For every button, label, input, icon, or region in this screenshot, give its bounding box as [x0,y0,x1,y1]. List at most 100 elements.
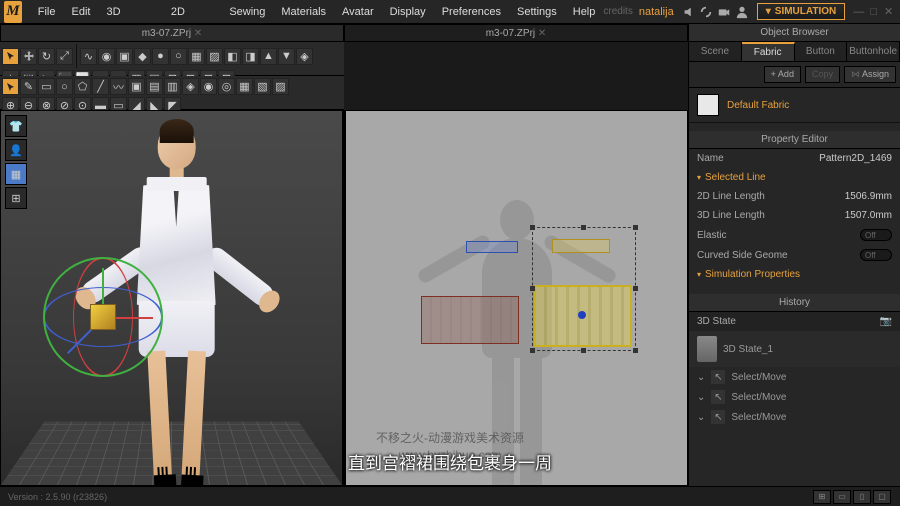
tab-scene[interactable]: Scene [689,42,742,61]
tool-btn2[interactable]: ○ [170,48,187,65]
workspace: m3-07.ZPrj ✕ m3-07.ZPrj ✕ ↻ ⤢ ∿ ◉ ▣ ◆ ● … [0,24,688,486]
menu-3d-garment[interactable]: 3D Garment [98,0,162,24]
section-selected-line[interactable]: Selected Line [689,168,900,187]
tab-fabric[interactable]: Fabric [742,42,795,61]
menu-edit[interactable]: Edit [64,0,99,24]
status-bar: Version : 2.5.90 (r23826) ⊞ ▭ ▯ ▢ [0,486,900,506]
tool2d-rect[interactable]: ▭ [38,78,55,95]
pivot-point[interactable] [578,311,586,319]
tool2d-b7[interactable]: ▦ [236,78,253,95]
vtool-grid-icon[interactable]: ⊞ [5,187,27,209]
tool2d-curve[interactable]: 〰 [110,78,127,95]
pattern-piece-collar-1[interactable] [466,241,518,253]
history-snapshot-icon[interactable]: 📷 [880,316,892,327]
gizmo-3d[interactable] [43,257,163,377]
object-browser-title: Object Browser [689,24,900,42]
window-close-icon[interactable]: ✕ [882,4,895,20]
history-item[interactable]: ⌄↖Select/Move [689,387,900,407]
menu-preferences[interactable]: Preferences [434,0,509,24]
tool2d-b8[interactable]: ▧ [254,78,271,95]
tool-move[interactable] [20,48,37,65]
tool-pin[interactable]: ◉ [98,48,115,65]
pattern-piece-skirt-1[interactable] [421,296,519,344]
menu-display[interactable]: Display [382,0,434,24]
layout-btn-1[interactable]: ⊞ [813,490,831,504]
history-item[interactable]: ⌄↖Select/Move [689,367,900,387]
user-name[interactable]: natalija [633,6,680,18]
window-minimize-icon[interactable]: — [852,4,865,20]
tool2d-b3[interactable]: ▥ [164,78,181,95]
menu-2d-pattern[interactable]: 2D Pattern [163,0,221,24]
tool-btn1[interactable]: ● [152,48,169,65]
tool2d-b2[interactable]: ▤ [146,78,163,95]
tool2d-line[interactable]: ╱ [92,78,109,95]
tool-select[interactable] [2,48,19,65]
tool-btn8[interactable]: ▼ [278,48,295,65]
prop-3d-length: 3D Line Length 1507.0mm [689,206,900,225]
tool-sew[interactable]: ∿ [80,48,97,65]
prop-name-value[interactable]: Pattern2D_1469 [819,153,892,164]
tool-fold[interactable]: ▣ [116,48,133,65]
tab-button[interactable]: Button [795,42,848,61]
tab-3d-doc[interactable]: m3-07.ZPrj ✕ [0,24,344,42]
add-button[interactable]: + Add [764,66,801,83]
tool-btn3[interactable]: ▦ [188,48,205,65]
menu-avatar[interactable]: Avatar [334,0,382,24]
menu-settings[interactable]: Settings [509,0,565,24]
object-browser-tabs: Scene Fabric Button Buttonhole [689,42,900,62]
tool2d-b6[interactable]: ◎ [218,78,235,95]
menu-help[interactable]: Help [565,0,604,24]
prop-2d-length: 2D Line Length 1506.9mm [689,187,900,206]
selection-marquee[interactable] [532,227,636,351]
camera-icon[interactable] [715,1,733,23]
tool2d-poly[interactable]: ⬠ [74,78,91,95]
vtool-texture-icon[interactable]: ▦ [5,163,27,185]
history-item[interactable]: ⌄↖Select/Move [689,407,900,427]
menu-file[interactable]: File [30,0,64,24]
vtool-shirt-icon[interactable]: 👕 [5,115,27,137]
assign-button[interactable]: ⋈ Assign [844,66,896,83]
layout-btn-2[interactable]: ▭ [833,490,851,504]
window-maximize-icon[interactable]: □ [867,4,880,20]
tab-2d-doc[interactable]: m3-07.ZPrj ✕ [344,24,688,42]
tool2d-b5[interactable]: ◉ [200,78,217,95]
history-3d-state-header[interactable]: 3D State 📷 [689,312,900,331]
sync-icon[interactable] [697,1,715,23]
menu-materials[interactable]: Materials [273,0,334,24]
avatar-icon[interactable] [733,1,751,23]
speaker-icon[interactable] [680,1,698,23]
tool-btn4[interactable]: ▨ [206,48,223,65]
tool-btn6[interactable]: ◨ [242,48,259,65]
elastic-toggle[interactable]: Off [860,229,892,241]
tool-rotate[interactable]: ↻ [38,48,55,65]
vtool-avatar-icon[interactable]: 👤 [5,139,27,161]
tool-tack[interactable]: ◆ [134,48,151,65]
tool-btn9[interactable]: ◈ [296,48,313,65]
menu-bar: M File Edit 3D Garment 2D Pattern Sewing… [0,0,900,24]
chevron-down-icon: ⌄ [697,392,705,403]
history-state-item[interactable]: 3D State_1 [689,331,900,367]
section-simulation-properties[interactable]: Simulation Properties [689,265,900,284]
tool2d-select[interactable] [2,78,19,95]
layout-btn-4[interactable]: ▢ [873,490,891,504]
video-subtitle: 直到宫褶裙围绕包裹身一周 [348,449,552,474]
viewport-3d-tools: 👕 👤 ▦ ⊞ [5,115,27,209]
prop-elastic: Elastic Off [689,225,900,245]
tool2d-edit[interactable]: ✎ [20,78,37,95]
copy-button[interactable]: Copy [805,66,840,83]
tool-scale[interactable]: ⤢ [56,48,73,65]
tool2d-b9[interactable]: ▨ [272,78,289,95]
tool-btn7[interactable]: ▲ [260,48,277,65]
tab-buttonhole[interactable]: Buttonhole [847,42,900,61]
simulation-button[interactable]: ▾SIMULATION [757,3,846,20]
fabric-list-item[interactable]: Default Fabric [689,88,900,123]
curved-side-toggle[interactable]: Off [860,249,892,261]
tool2d-circle[interactable]: ○ [56,78,73,95]
tool-btn5[interactable]: ◧ [224,48,241,65]
viewport-3d[interactable]: 👕 👤 ▦ ⊞ [0,110,343,486]
layout-btn-3[interactable]: ▯ [853,490,871,504]
prop-name-row: Name Pattern2D_1469 [689,149,900,168]
tool2d-b1[interactable]: ▣ [128,78,145,95]
menu-sewing[interactable]: Sewing [221,0,273,24]
tool2d-b4[interactable]: ◈ [182,78,199,95]
